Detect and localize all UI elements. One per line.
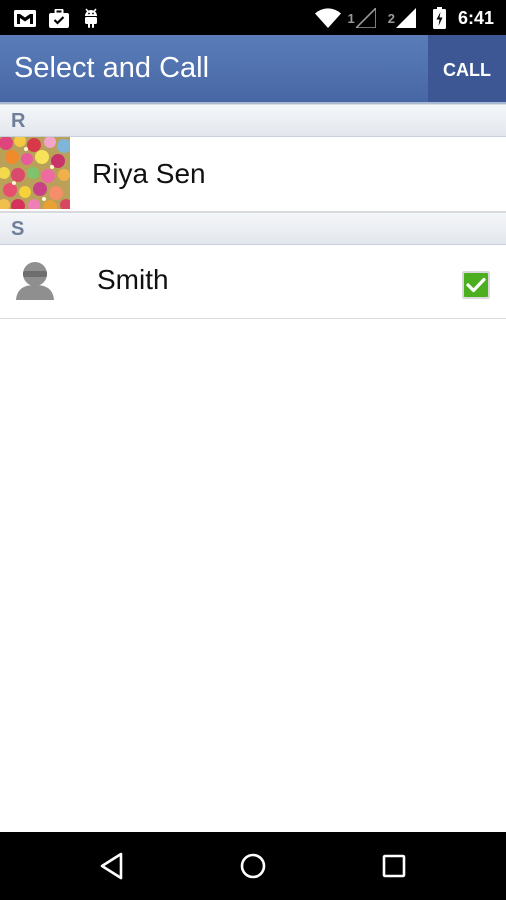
contact-checkbox[interactable] (462, 271, 490, 299)
call-button[interactable]: CALL (428, 35, 506, 102)
default-person-icon (16, 262, 54, 300)
page-title: Select and Call (14, 52, 210, 84)
signal-sim2-icon (395, 8, 416, 28)
battery-charging-icon (432, 7, 446, 29)
contact-name: Riya Sen (92, 158, 206, 189)
android-icon (85, 8, 97, 28)
section-letter: R (11, 110, 26, 132)
section-header-s: S (0, 212, 506, 245)
recents-icon[interactable] (381, 853, 407, 879)
home-icon[interactable] (239, 852, 267, 880)
navigation-bar (0, 832, 506, 900)
check-icon (466, 277, 486, 293)
signal-sim1-icon (355, 8, 376, 28)
section-letter: S (11, 218, 25, 240)
contact-name: Smith (97, 264, 169, 295)
clock: 6:41 (457, 7, 494, 28)
contact-row-smith[interactable]: Smith (0, 245, 506, 319)
status-bar: 1 2 6:41 (0, 0, 506, 35)
sim1-label: 1 (347, 10, 355, 26)
section-header-r: R (0, 104, 506, 137)
gmail-icon (14, 9, 36, 27)
sim2-label: 2 (387, 10, 395, 26)
wifi-icon (314, 8, 341, 28)
contact-row-riya-sen[interactable]: Riya Sen (0, 137, 506, 212)
back-icon[interactable] (98, 852, 126, 880)
action-bar: Select and Call CALL (0, 35, 506, 102)
briefcase-icon (49, 8, 69, 28)
contact-photo (0, 137, 70, 209)
